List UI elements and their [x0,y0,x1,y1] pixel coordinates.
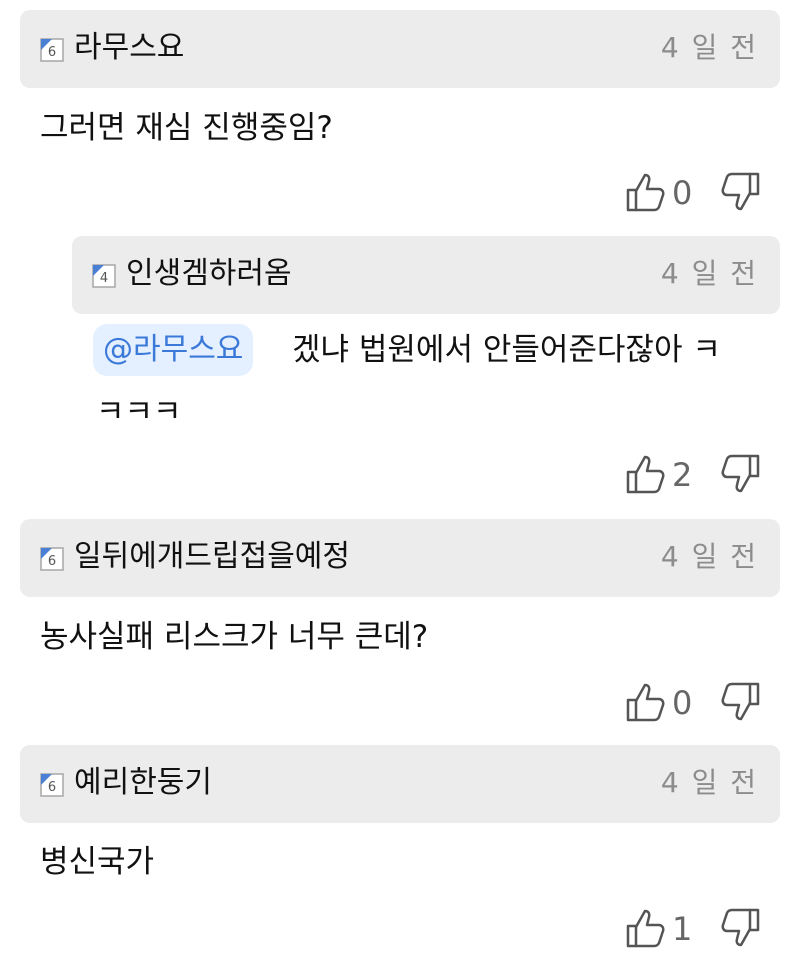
like-count: 2 [672,456,693,494]
thumbs-down-icon[interactable] [718,170,762,214]
comment-body: 농사실패 리스크가 너무 큰데? [40,619,429,655]
comment-header: 6 일뒤에개드립접을예정 4 일 전 [20,519,780,597]
username[interactable]: 예리한둥기 [74,763,212,803]
timestamp: 4 일 전 [660,766,758,799]
thumbs-down-icon[interactable] [718,452,762,496]
like-count: 0 [672,684,693,722]
comment-body-line2: ㅋㅋㅋ [96,394,182,430]
svg-text:4: 4 [100,271,108,286]
level-badge-icon: 6 [40,38,64,62]
timestamp: 4 일 전 [660,540,758,573]
level-badge-icon: 4 [92,264,116,288]
mention-tag[interactable]: @라무스요 [93,324,254,376]
like-count: 1 [672,910,693,948]
svg-text:6: 6 [48,554,56,569]
timestamp: 4 일 전 [660,257,758,290]
thumbs-up-icon[interactable] [624,170,668,214]
level-badge-icon: 6 [40,773,64,797]
username[interactable]: 인생겜하러옴 [126,254,292,294]
thumbs-down-icon[interactable] [718,906,762,950]
comment-header: 4 인생겜하러옴 4 일 전 [72,236,780,314]
comment-body: 겠냐 법원에서 안들어준다잖아 ㅋ [292,332,721,368]
comment-header: 6 예리한둥기 4 일 전 [20,745,780,823]
timestamp: 4 일 전 [660,31,758,64]
comment-body: 그러면 재심 진행중임? [40,110,333,146]
comment-header: 6 라무스요 4 일 전 [20,10,780,88]
thumbs-up-icon[interactable] [624,680,668,724]
thumbs-down-icon[interactable] [718,680,762,724]
username[interactable]: 일뒤에개드립접을예정 [74,537,350,577]
like-count: 0 [672,174,693,212]
thumbs-up-icon[interactable] [624,906,668,950]
thumbs-up-icon[interactable] [624,452,668,496]
level-badge-icon: 6 [40,547,64,571]
comment-body: 병신국가 [40,844,155,880]
svg-text:6: 6 [48,45,56,60]
username[interactable]: 라무스요 [74,28,184,68]
svg-text:6: 6 [48,780,56,795]
